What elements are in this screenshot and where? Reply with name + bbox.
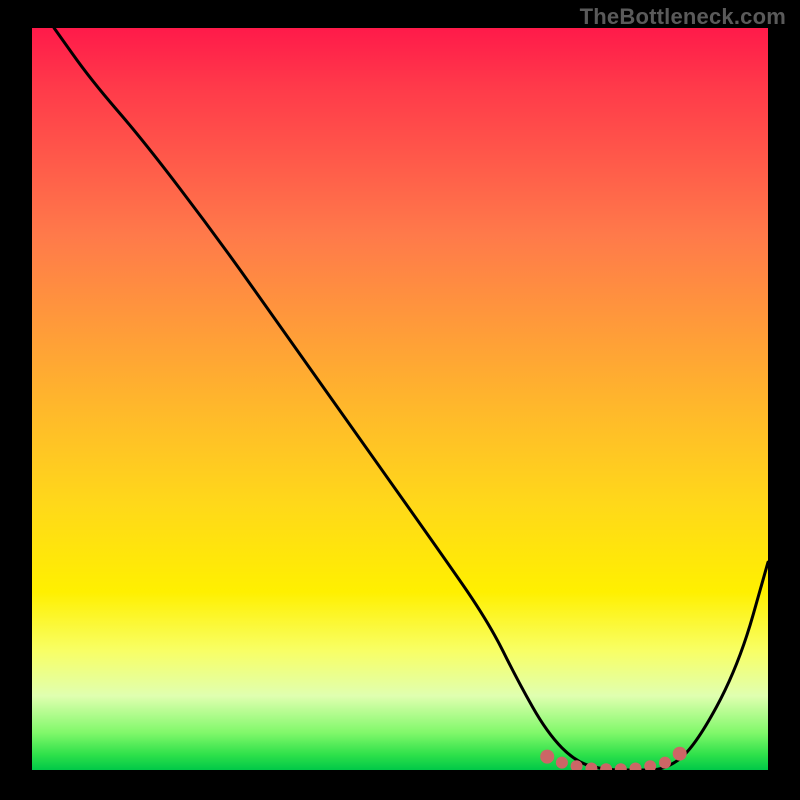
optimal-marker-dot <box>659 757 671 769</box>
optimal-range-markers <box>540 747 687 770</box>
optimal-marker-dot <box>673 747 687 761</box>
optimal-marker-dot <box>644 760 656 770</box>
optimal-marker-dot <box>600 763 612 770</box>
watermark-text: TheBottleneck.com <box>580 4 786 30</box>
bottleneck-curve-svg <box>32 28 768 770</box>
bottleneck-curve-path <box>54 28 768 770</box>
chart-frame: TheBottleneck.com <box>0 0 800 800</box>
chart-plot-area <box>32 28 768 770</box>
optimal-marker-dot <box>615 763 627 770</box>
optimal-marker-dot <box>556 757 568 769</box>
optimal-marker-dot <box>630 763 642 771</box>
optimal-marker-dot <box>540 750 554 764</box>
